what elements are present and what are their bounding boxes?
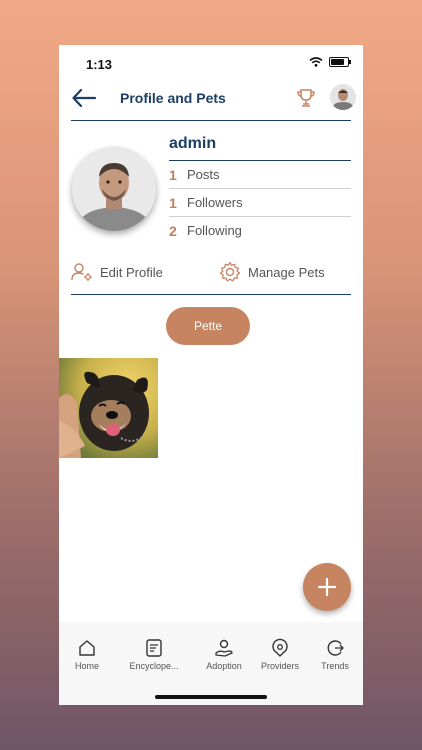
status-bar: 1:13 [59, 45, 363, 81]
manage-pets-label: Manage Pets [248, 264, 325, 280]
add-button[interactable] [303, 563, 351, 611]
stat-followers[interactable]: 1 Followers [169, 189, 351, 217]
status-icons [309, 57, 351, 67]
encyclopedia-icon [146, 639, 162, 657]
section-divider [71, 294, 351, 295]
followers-label: Followers [187, 195, 243, 210]
nav-home-label: Home [74, 661, 99, 671]
following-count: 2 [169, 223, 177, 239]
back-arrow-icon[interactable] [71, 87, 97, 109]
phone-screen: 1:13 Profile and Pets admin 1 Posts 1 Fo… [59, 45, 363, 705]
home-indicator[interactable] [155, 695, 267, 699]
trends-icon [327, 640, 344, 656]
posts-count: 1 [169, 167, 177, 183]
gear-icon [219, 261, 241, 282]
nav-trends[interactable]: Trends [307, 638, 363, 671]
following-label: Following [187, 223, 242, 238]
nav-adoption[interactable]: Adoption [196, 638, 252, 671]
profile-avatar[interactable] [72, 147, 156, 231]
nav-encyclopedia[interactable]: Encyclope... [126, 638, 182, 671]
posts-label: Posts [187, 167, 220, 182]
pet-photo[interactable] [59, 358, 158, 458]
stat-posts[interactable]: 1 Posts [169, 161, 351, 189]
header: Profile and Pets [59, 81, 363, 119]
plus-icon [317, 577, 337, 597]
nav-providers-label: Providers [260, 661, 299, 671]
bottom-navigation: Home Encyclope... Adoption Providers Tre… [59, 622, 363, 705]
nav-home[interactable]: Home [59, 638, 115, 671]
page-title: Profile and Pets [120, 90, 226, 106]
followers-count: 1 [169, 195, 177, 211]
nav-trends-label: Trends [321, 661, 349, 671]
nav-providers[interactable]: Providers [252, 638, 308, 671]
nav-adoption-label: Adoption [206, 661, 242, 671]
nav-encyclopedia-label: Encyclope... [129, 661, 179, 671]
adoption-icon [215, 639, 233, 657]
stat-following[interactable]: 2 Following [169, 217, 351, 244]
profile-username: admin [169, 135, 217, 152]
header-divider [71, 120, 351, 121]
wifi-icon [309, 57, 323, 67]
edit-profile-label: Edit Profile [100, 264, 163, 280]
battery-icon [329, 57, 351, 67]
user-settings-icon [71, 263, 92, 281]
manage-pets-button[interactable]: Manage Pets [219, 260, 325, 284]
trophy-icon[interactable] [295, 87, 317, 109]
home-icon [79, 640, 95, 656]
edit-profile-button[interactable]: Edit Profile [71, 260, 163, 284]
providers-icon [272, 638, 288, 657]
status-time: 1:13 [86, 57, 113, 72]
pet-selector-button[interactable]: Pette [166, 307, 250, 345]
user-avatar[interactable] [330, 84, 356, 110]
